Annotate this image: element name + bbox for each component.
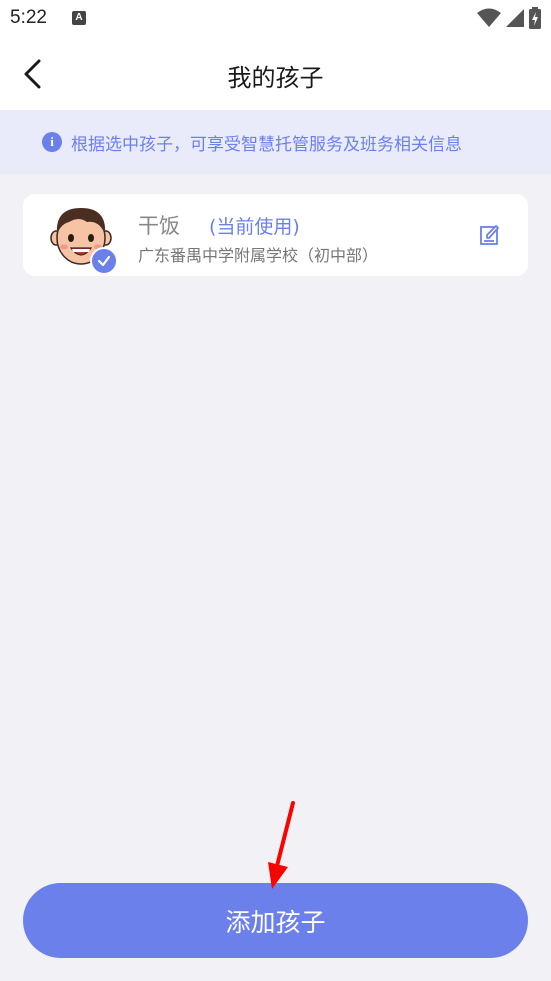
edit-icon <box>480 225 499 245</box>
status-time: 5:22 <box>10 7 47 28</box>
info-icon: i <box>42 132 62 152</box>
annotation-arrow <box>268 801 295 889</box>
add-child-button[interactable]: 添加孩子 <box>23 883 528 958</box>
child-name: 干饭 <box>138 214 180 238</box>
edit-child-button[interactable] <box>478 223 502 247</box>
check-icon <box>97 255 111 267</box>
wifi-icon <box>477 8 501 27</box>
info-banner-text: 根据选中孩子，可享受智慧托管服务及班务相关信息 <box>71 134 462 155</box>
nav-bar: 我的孩子 <box>0 38 551 110</box>
notification-icon: A <box>72 11 86 25</box>
child-card[interactable]: 干饭 (当前使用) 广东番禺中学附属学校（初中部） <box>23 194 528 276</box>
selected-check-badge <box>90 247 118 275</box>
battery-icon <box>529 7 541 29</box>
child-current-status: (当前使用) <box>209 216 300 238</box>
status-bar: 5:22 A <box>0 0 551 38</box>
info-banner: i 根据选中孩子，可享受智慧托管服务及班务相关信息 <box>0 110 551 174</box>
signal-icon <box>506 9 524 27</box>
child-school: 广东番禺中学附属学校（初中部） <box>138 246 379 265</box>
status-icons <box>477 6 541 30</box>
page-title: 我的孩子 <box>227 64 324 92</box>
